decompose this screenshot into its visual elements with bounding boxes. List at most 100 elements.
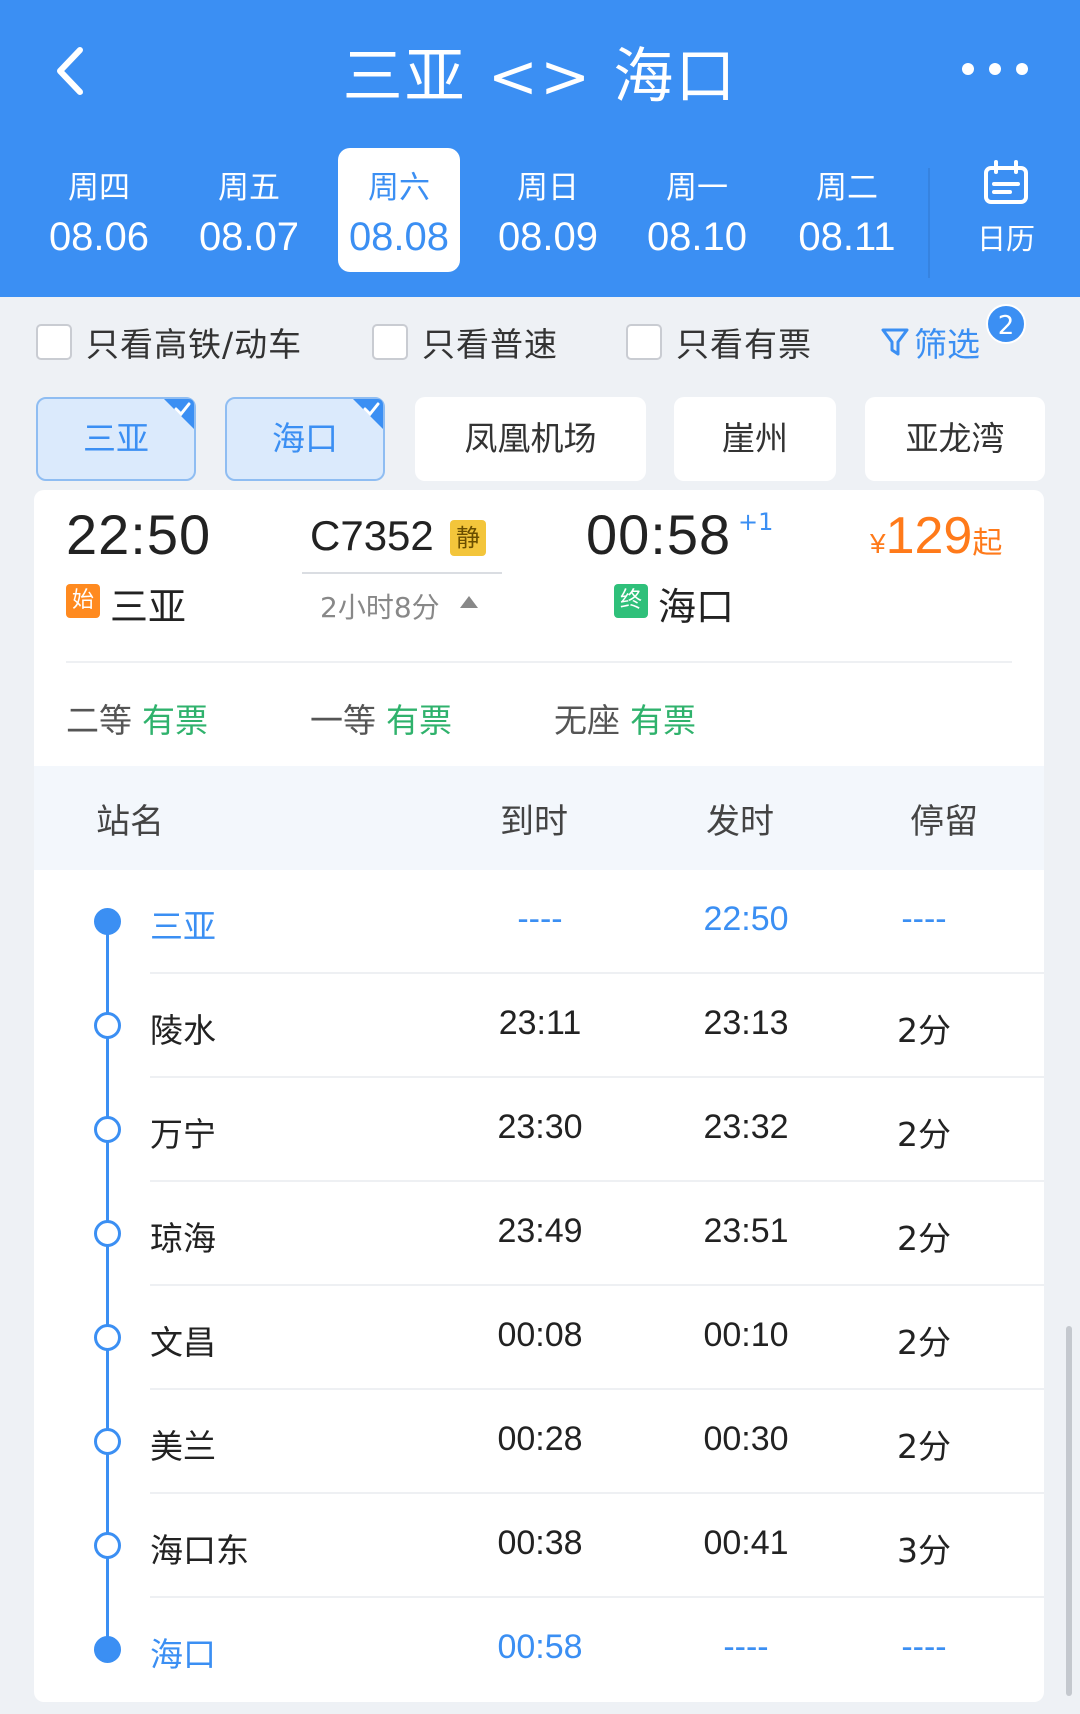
train-card[interactable]: 22:50 C7352 静 2小时8分 00:58 +1 ¥129起 始 三亚 … bbox=[34, 490, 1044, 1702]
stop-arrive: 23:11 bbox=[498, 1004, 582, 1042]
more-button[interactable] bbox=[960, 54, 1030, 84]
checkbox[interactable] bbox=[626, 324, 662, 360]
header-stay: 停留 bbox=[910, 802, 978, 842]
day-offset: +1 bbox=[738, 508, 774, 536]
screen-label: 筛选 bbox=[914, 325, 980, 364]
date-tab[interactable]: 周四 08.06 bbox=[38, 148, 160, 272]
station-filter-bar: 三亚 海口 凤凰机场 崖州 亚龙湾 bbox=[0, 397, 1080, 481]
stop-name: 美兰 bbox=[150, 1427, 216, 1466]
stop-dot bbox=[94, 1428, 121, 1455]
stop-dot bbox=[94, 1220, 121, 1247]
screen-button[interactable]: 筛选 bbox=[880, 317, 980, 367]
stop-row: 万宁 23:30 23:32 2分 bbox=[34, 1078, 1044, 1182]
date-weekday: 周一 bbox=[666, 170, 728, 206]
station-chip[interactable]: 崖州 bbox=[674, 397, 836, 481]
from-station: 三亚 bbox=[110, 585, 187, 629]
stop-dot bbox=[94, 1324, 121, 1351]
seat-status: 有票 bbox=[142, 701, 208, 740]
date-weekday: 周日 bbox=[517, 170, 579, 206]
date-tab[interactable]: 周日 08.09 bbox=[487, 148, 609, 272]
stop-stay: 2分 bbox=[897, 1115, 951, 1154]
checkbox[interactable] bbox=[372, 324, 408, 360]
stop-table-header: 站名 到时 发时 停留 bbox=[34, 766, 1044, 870]
station-chip-label: 海口 bbox=[272, 419, 338, 458]
stop-dot bbox=[94, 1012, 121, 1039]
filter-label: 只看有票 bbox=[676, 325, 812, 364]
date-weekday: 周五 bbox=[218, 170, 280, 206]
stop-depart: 00:41 bbox=[703, 1524, 789, 1562]
duration[interactable]: 2小时8分 bbox=[320, 586, 440, 626]
stop-arrive: 00:38 bbox=[497, 1524, 583, 1562]
seat-class: 无座 有票 bbox=[554, 694, 696, 742]
calendar-label: 日历 bbox=[976, 222, 1035, 256]
stop-row: 陵水 23:11 23:13 2分 bbox=[34, 974, 1044, 1078]
seat-status: 有票 bbox=[630, 701, 696, 740]
date-tab[interactable]: 周二 08.11 bbox=[786, 148, 908, 272]
check-icon bbox=[353, 399, 383, 429]
seat-class-name: 二等 bbox=[66, 701, 132, 740]
end-tag: 终 bbox=[614, 584, 648, 618]
filter-count-badge: 2 bbox=[986, 304, 1026, 344]
stop-depart: 23:13 bbox=[703, 1004, 789, 1042]
stop-stay: 2分 bbox=[897, 1011, 951, 1050]
date-weekday: 周六 bbox=[368, 170, 430, 206]
stop-arrive: 00:58 bbox=[497, 1628, 583, 1666]
seat-class: 二等 有票 bbox=[66, 694, 208, 742]
date-tab[interactable]: 周五 08.07 bbox=[188, 148, 310, 272]
price-suffix: 起 bbox=[972, 526, 1003, 561]
stop-arrive: 00:08 bbox=[497, 1316, 583, 1354]
stop-name: 琼海 bbox=[150, 1219, 216, 1258]
filter-icon bbox=[881, 328, 909, 356]
stop-name: 陵水 bbox=[150, 1011, 216, 1050]
divider bbox=[928, 168, 930, 278]
stop-dot bbox=[94, 1116, 121, 1143]
stop-name: 三亚 bbox=[150, 907, 216, 946]
stop-dot-filled bbox=[94, 1636, 121, 1663]
date-value: 08.09 bbox=[497, 215, 599, 259]
departure-time: 22:50 bbox=[66, 503, 212, 566]
price-value: 129 bbox=[885, 507, 973, 565]
calendar-button[interactable]: 日历 bbox=[952, 160, 1060, 270]
station-chip-selected[interactable]: 海口 bbox=[225, 397, 385, 481]
divider bbox=[66, 661, 1012, 663]
page-title[interactable]: 三亚 <> 海口 bbox=[0, 28, 1080, 115]
checkbox[interactable] bbox=[36, 324, 72, 360]
station-chip-label: 凤凰机场 bbox=[464, 419, 597, 458]
station-chip-label: 亚龙湾 bbox=[905, 419, 1005, 458]
seat-class-name: 无座 bbox=[554, 701, 620, 740]
station-chip-selected[interactable]: 三亚 bbox=[36, 397, 196, 481]
stop-stay: 2分 bbox=[897, 1323, 951, 1362]
stop-row: 海口 00:58 ---- ---- bbox=[34, 1598, 1044, 1702]
stop-row: 琼海 23:49 23:51 2分 bbox=[34, 1182, 1044, 1286]
seat-status: 有票 bbox=[386, 701, 452, 740]
scrollbar[interactable] bbox=[1066, 1326, 1072, 1696]
stop-name: 文昌 bbox=[150, 1323, 216, 1362]
station-chip[interactable]: 凤凰机场 bbox=[415, 397, 646, 481]
arrival-time: 00:58 bbox=[586, 503, 732, 566]
stop-row: 海口东 00:38 00:41 3分 bbox=[34, 1494, 1044, 1598]
to-station: 海口 bbox=[658, 585, 735, 629]
stop-stay: ---- bbox=[901, 900, 947, 938]
filter-available-checkbox[interactable]: 只看有票 bbox=[626, 319, 812, 365]
header-arrive: 到时 bbox=[500, 802, 568, 842]
stop-arrive: 23:49 bbox=[497, 1212, 583, 1250]
station-chip[interactable]: 亚龙湾 bbox=[865, 397, 1045, 481]
collapse-arrow-icon[interactable] bbox=[460, 596, 478, 608]
filter-high-speed-checkbox[interactable]: 只看高铁/动车 bbox=[36, 319, 302, 365]
date-tab-selected[interactable]: 周六 08.08 bbox=[338, 148, 460, 272]
stop-row: 美兰 00:28 00:30 2分 bbox=[34, 1390, 1044, 1494]
filter-normal-checkbox[interactable]: 只看普速 bbox=[372, 319, 558, 365]
quiet-car-tag: 静 bbox=[450, 520, 486, 556]
date-weekday: 周四 bbox=[68, 170, 130, 206]
price-currency: ¥ bbox=[870, 528, 886, 559]
stop-depart: 22:50 bbox=[703, 900, 789, 938]
filter-label: 只看高铁/动车 bbox=[86, 325, 303, 364]
stop-dot bbox=[94, 1532, 121, 1559]
stop-dot-filled bbox=[94, 908, 121, 935]
station-chip-label: 崖州 bbox=[722, 419, 788, 458]
stop-stay: 2分 bbox=[897, 1219, 951, 1258]
price: ¥129起 bbox=[870, 506, 1002, 566]
date-tab[interactable]: 周一 08.10 bbox=[636, 148, 758, 272]
stop-name: 海口 bbox=[150, 1635, 216, 1674]
date-value: 08.08 bbox=[348, 215, 450, 259]
